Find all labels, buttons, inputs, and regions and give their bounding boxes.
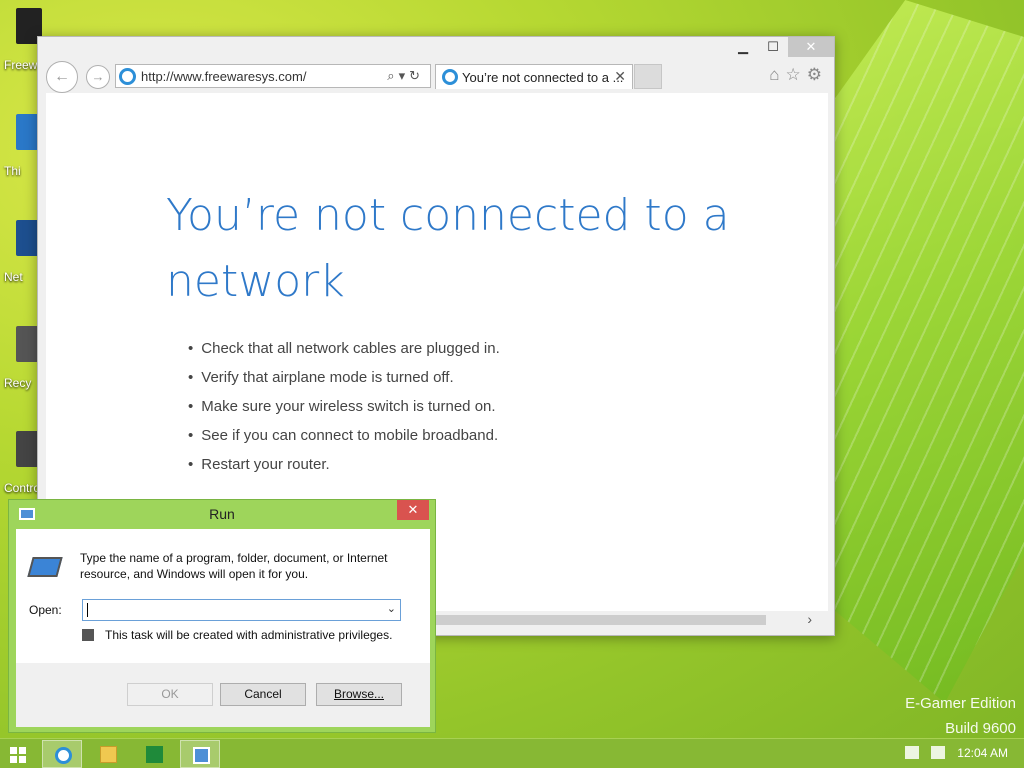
window-controls: ▁ ☐ ✕	[728, 37, 834, 57]
list-item: Check that all network cables are plugge…	[188, 339, 500, 368]
run-dialog: Run ✕ Type the name of a program, folder…	[8, 499, 436, 733]
browse-button[interactable]: Browse...	[316, 683, 402, 706]
error-title: You’re not connected to a network	[166, 190, 730, 307]
search-refresh-icons[interactable]: ⌕▾↻	[387, 68, 424, 84]
new-tab-button[interactable]	[634, 64, 662, 89]
text-caret	[87, 603, 88, 617]
desktop-icon-label: Recy	[4, 376, 32, 390]
list-item: Restart your router.	[188, 455, 500, 484]
list-item: Make sure your wireless switch is turned…	[188, 397, 500, 426]
windows-start-icon[interactable]	[10, 747, 26, 763]
suggestion-list: Check that all network cables are plugge…	[188, 339, 500, 484]
back-button[interactable]: ←	[46, 61, 78, 93]
close-button[interactable]: ✕	[788, 37, 834, 57]
dialog-footer: OK Cancel Browse...	[16, 663, 430, 727]
desktop-icon-recycle-bin[interactable]: Recy	[0, 320, 42, 410]
taskbar-run[interactable]	[180, 740, 220, 768]
favorites-star-icon[interactable]: ☆	[786, 65, 801, 85]
cancel-button[interactable]: Cancel	[220, 683, 306, 706]
run-program-icon	[27, 557, 63, 577]
taskbar: 12:04 AM	[0, 738, 1024, 768]
chevron-down-icon[interactable]: ⌄	[387, 602, 396, 615]
maximize-button[interactable]: ☐	[758, 37, 788, 57]
admin-shield-icon	[82, 629, 94, 641]
taskbar-ie[interactable]	[42, 740, 82, 768]
address-url: http://www.freewaresys.com/	[141, 69, 307, 84]
desktop-icon-label: Net	[4, 270, 23, 284]
ie-logo-icon	[119, 68, 136, 85]
list-item: See if you can connect to mobile broadba…	[188, 426, 500, 455]
home-icon[interactable]: ⌂	[769, 65, 779, 85]
folder-icon	[100, 746, 117, 763]
open-label: Open:	[29, 603, 62, 617]
dialog-close-button[interactable]: ✕	[397, 500, 429, 520]
address-bar[interactable]: http://www.freewaresys.com/ ⌕▾↻	[115, 64, 431, 88]
store-icon	[146, 746, 163, 763]
ie-logo-icon	[55, 747, 72, 764]
tab-active[interactable]: You’re not connected to a ... ✕	[435, 64, 633, 89]
minimize-button[interactable]: ▁	[728, 37, 758, 57]
build-watermark: Build 9600	[945, 720, 1016, 737]
speaker-muted-icon[interactable]	[931, 746, 946, 759]
open-input[interactable]: ⌄	[82, 599, 401, 621]
desktop-icon-this-pc[interactable]: Thi	[0, 108, 42, 198]
toolbar-icons: ⌂ ☆ ⚙	[769, 65, 822, 85]
close-tab-icon[interactable]: ✕	[614, 68, 626, 85]
scroll-right-icon[interactable]: ›	[807, 611, 812, 627]
dialog-title: Run	[209, 506, 235, 522]
desktop-icon-freeware[interactable]: Freew	[0, 2, 42, 92]
ok-button[interactable]: OK	[127, 683, 213, 706]
dialog-description: Type the name of a program, folder, docu…	[80, 551, 388, 581]
forward-button[interactable]: →	[86, 65, 110, 89]
ie-tab-icon	[442, 69, 458, 85]
run-icon	[193, 747, 210, 764]
network-error-icon[interactable]	[905, 746, 920, 759]
admin-note: This task will be created with administr…	[105, 628, 393, 642]
settings-gear-icon[interactable]: ⚙	[807, 65, 822, 85]
dialog-body: Type the name of a program, folder, docu…	[16, 529, 430, 663]
desktop-icon-label: Contro	[4, 481, 41, 495]
list-item: Verify that airplane mode is turned off.	[188, 368, 500, 397]
desktop-icon-label: Thi	[4, 164, 21, 178]
edition-watermark: E-Gamer Edition	[905, 695, 1016, 712]
taskbar-store[interactable]	[134, 740, 174, 768]
desktop-icon-network[interactable]: Net	[0, 214, 42, 304]
system-tray: 12:04 AM	[905, 746, 1008, 760]
tab-title: You’re not connected to a ...	[462, 70, 624, 85]
clock[interactable]: 12:04 AM	[957, 746, 1008, 760]
taskbar-file-explorer[interactable]	[88, 740, 128, 768]
desktop-icon-label: Freew	[4, 58, 38, 72]
scrollbar-thumb[interactable]	[436, 615, 766, 625]
